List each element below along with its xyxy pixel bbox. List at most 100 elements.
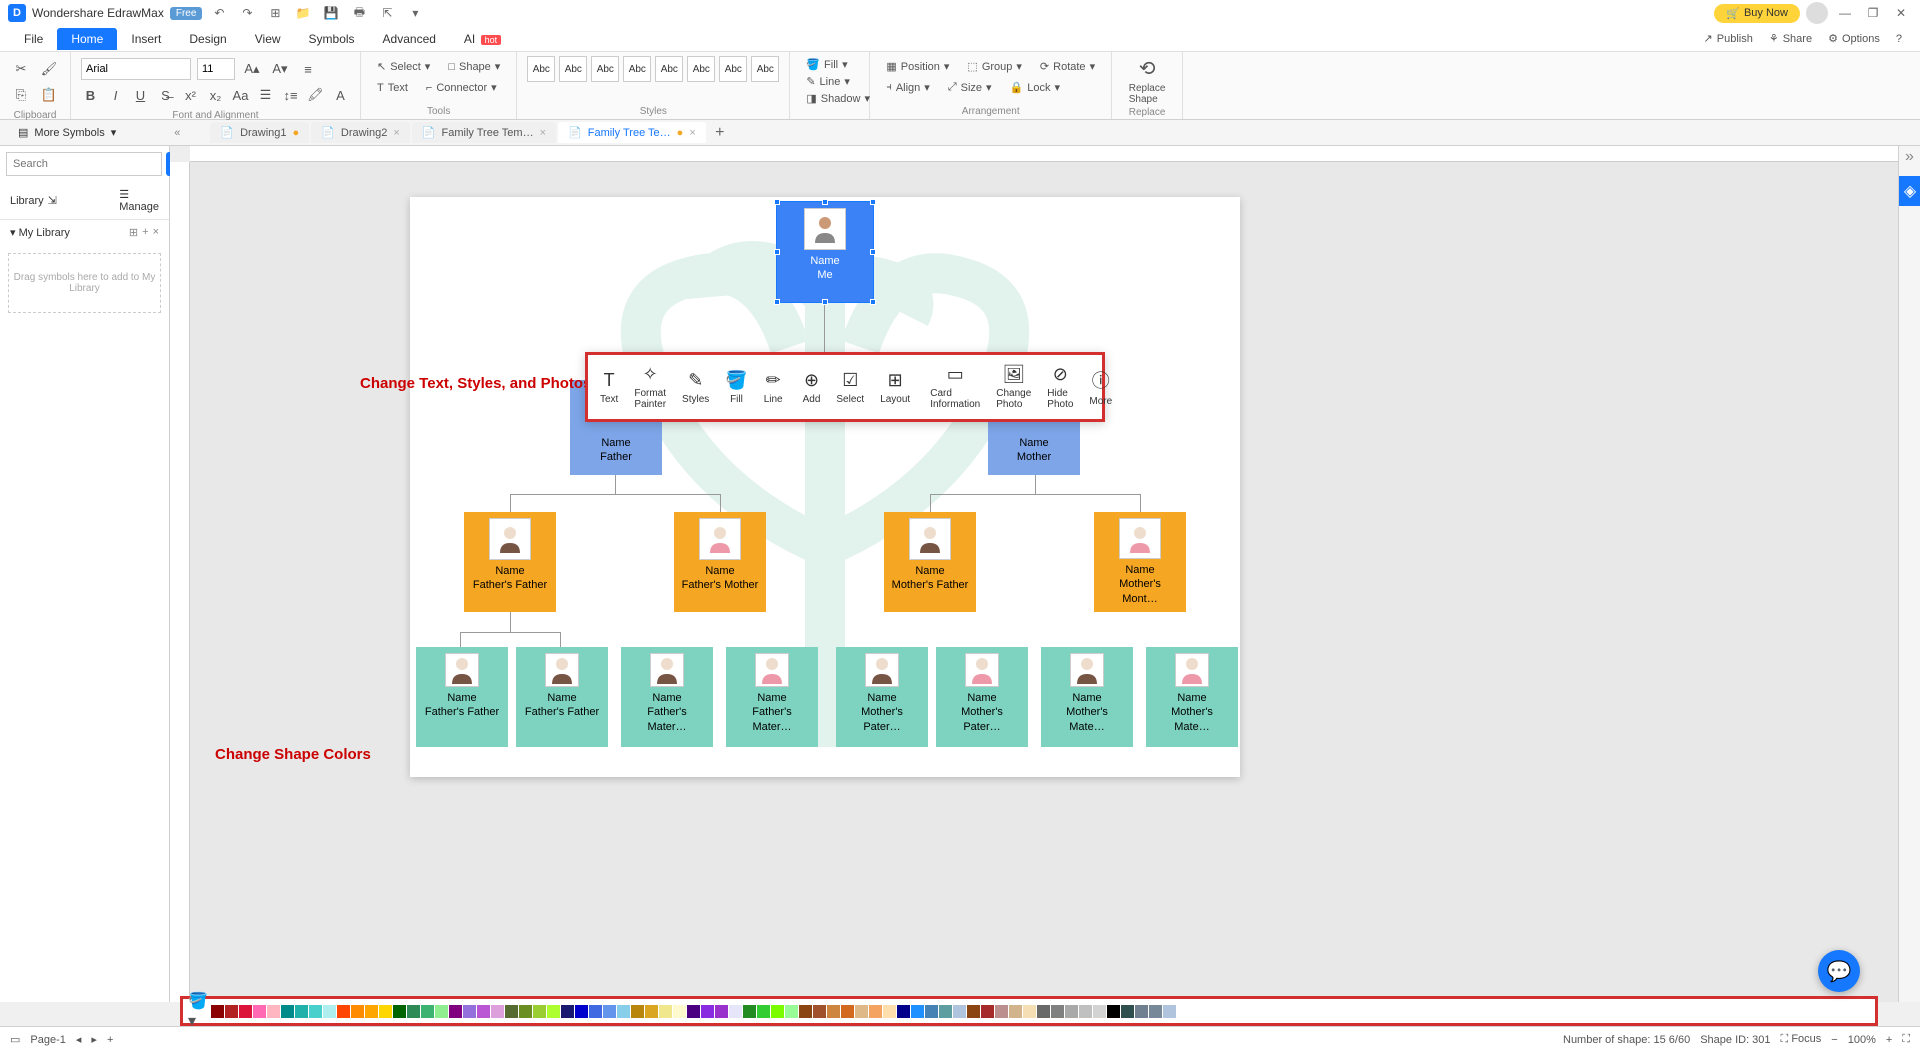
color-swatch[interactable] xyxy=(1079,1005,1092,1018)
right-panel-button[interactable]: ◈ xyxy=(1899,176,1920,206)
color-swatch[interactable] xyxy=(855,1005,868,1018)
color-swatch[interactable] xyxy=(1121,1005,1134,1018)
print-icon[interactable]: 🖶 xyxy=(348,2,370,24)
undo-icon[interactable]: ↶ xyxy=(208,2,230,24)
color-swatch[interactable] xyxy=(827,1005,840,1018)
position-btn[interactable]: ▦ Position▾ xyxy=(880,58,955,75)
share-button[interactable]: ⚘ Share xyxy=(1761,32,1820,45)
format-painter-icon[interactable]: 🖌 xyxy=(38,58,60,80)
menu-ai[interactable]: AI hot xyxy=(450,28,515,50)
color-swatch[interactable] xyxy=(477,1005,490,1018)
color-swatch[interactable] xyxy=(911,1005,924,1018)
prev-page-icon[interactable]: ◂ xyxy=(76,1033,82,1046)
color-swatch[interactable] xyxy=(435,1005,448,1018)
card-gp[interactable]: NameFather's Father xyxy=(464,512,556,612)
menu-file[interactable]: File xyxy=(10,28,57,50)
shadow-btn[interactable]: ◨ Shadow ▾ xyxy=(800,90,859,107)
zoom-level[interactable]: 100% xyxy=(1848,1034,1876,1046)
style-swatch[interactable]: Abc xyxy=(527,56,555,82)
menu-view[interactable]: View xyxy=(241,28,295,50)
menu-symbols[interactable]: Symbols xyxy=(295,28,369,50)
size-select[interactable] xyxy=(197,58,235,80)
ft-styles[interactable]: ✎Styles xyxy=(674,359,717,415)
rotate-btn[interactable]: ⟳ Rotate▾ xyxy=(1034,58,1101,75)
card-ggp[interactable]: NameMother's Mate… xyxy=(1146,647,1238,747)
bold-icon[interactable]: B xyxy=(81,84,100,106)
size-btn[interactable]: ⤢ Size▾ xyxy=(942,79,998,96)
avatar[interactable] xyxy=(1806,2,1828,24)
menu-home[interactable]: Home xyxy=(57,28,117,50)
focus-button[interactable]: ⛶ Focus xyxy=(1781,1033,1822,1046)
add2-lib-icon[interactable]: + xyxy=(142,226,148,239)
superscript-icon[interactable]: x² xyxy=(181,84,200,106)
underline-icon[interactable]: U xyxy=(131,84,150,106)
card-gp[interactable]: NameFather's Mother xyxy=(674,512,766,612)
ft-more[interactable]: ⓘMore xyxy=(1081,359,1120,415)
font-select[interactable] xyxy=(81,58,191,80)
color-swatch[interactable] xyxy=(421,1005,434,1018)
color-swatch[interactable] xyxy=(575,1005,588,1018)
color-swatch[interactable] xyxy=(687,1005,700,1018)
color-swatch[interactable] xyxy=(1177,1005,1190,1018)
new-icon[interactable]: ⊞ xyxy=(264,2,286,24)
linespace-icon[interactable]: ↕≡ xyxy=(281,84,300,106)
color-swatch[interactable] xyxy=(981,1005,994,1018)
fill-btn[interactable]: 🪣 Fill ▾ xyxy=(800,56,859,73)
style-swatch[interactable]: Abc xyxy=(623,56,651,82)
color-swatch[interactable] xyxy=(771,1005,784,1018)
status-page[interactable]: Page-1 xyxy=(30,1034,65,1046)
italic-icon[interactable]: I xyxy=(106,84,125,106)
align-btn[interactable]: ⫞ Align▾ xyxy=(880,79,936,96)
color-swatch[interactable] xyxy=(407,1005,420,1018)
color-swatch[interactable] xyxy=(547,1005,560,1018)
color-swatch[interactable] xyxy=(659,1005,672,1018)
color-swatch[interactable] xyxy=(743,1005,756,1018)
color-swatch[interactable] xyxy=(1037,1005,1050,1018)
color-swatch[interactable] xyxy=(267,1005,280,1018)
publish-button[interactable]: ↗ Publish xyxy=(1696,32,1761,45)
card-ggp[interactable]: NameFather's Mater… xyxy=(621,647,713,747)
ft-line[interactable]: ✏Line xyxy=(756,359,791,415)
card-ggp[interactable]: NameMother's Mate… xyxy=(1041,647,1133,747)
add-tab-button[interactable]: + xyxy=(708,121,732,145)
color-swatch[interactable] xyxy=(967,1005,980,1018)
ft-fill[interactable]: 🪣Fill xyxy=(717,359,755,415)
doc-tab[interactable]: 📄 Drawing1 ● xyxy=(210,122,309,143)
color-swatch[interactable] xyxy=(1135,1005,1148,1018)
color-swatch[interactable] xyxy=(799,1005,812,1018)
color-swatch[interactable] xyxy=(561,1005,574,1018)
replace-shape-button[interactable]: ⟲ Replace Shape xyxy=(1122,56,1172,105)
color-swatch[interactable] xyxy=(1009,1005,1022,1018)
card-ggp[interactable]: NameFather's Father xyxy=(416,647,508,747)
bullets-icon[interactable]: ☰ xyxy=(256,84,275,106)
style-swatch[interactable]: Abc xyxy=(591,56,619,82)
color-swatch[interactable] xyxy=(533,1005,546,1018)
color-swatch[interactable] xyxy=(813,1005,826,1018)
color-swatch[interactable] xyxy=(1107,1005,1120,1018)
color-swatch[interactable] xyxy=(449,1005,462,1018)
zoom-in-icon[interactable]: + xyxy=(1886,1034,1892,1046)
card-gp[interactable]: NameMother's Father xyxy=(884,512,976,612)
group-btn[interactable]: ⬚ Group▾ xyxy=(961,58,1028,75)
line-btn[interactable]: ✎ Line ▾ xyxy=(800,73,859,90)
color-swatch[interactable] xyxy=(225,1005,238,1018)
text-tool[interactable]: T Text xyxy=(371,80,414,96)
fontcolor-icon[interactable]: A xyxy=(331,84,350,106)
color-swatch[interactable] xyxy=(1149,1005,1162,1018)
manage-link[interactable]: ☰ Manage xyxy=(119,188,159,213)
search-input[interactable] xyxy=(6,152,162,176)
shrink-font-icon[interactable]: A▾ xyxy=(269,58,291,80)
style-swatch[interactable]: Abc xyxy=(559,56,587,82)
color-swatch[interactable] xyxy=(393,1005,406,1018)
color-swatch[interactable] xyxy=(589,1005,602,1018)
ft-hide-photo[interactable]: ⊘Hide Photo xyxy=(1039,359,1081,415)
card-ggp[interactable]: NameFather's Mater… xyxy=(726,647,818,747)
export-icon[interactable]: ⇱ xyxy=(376,2,398,24)
card-ggp[interactable]: NameMother's Pater… xyxy=(836,647,928,747)
color-swatch[interactable] xyxy=(1093,1005,1106,1018)
ft-add[interactable]: ⊕Add xyxy=(795,359,829,415)
style-gallery[interactable]: Abc Abc Abc Abc Abc Abc Abc Abc xyxy=(527,56,779,82)
color-swatch[interactable] xyxy=(673,1005,686,1018)
my-library-header[interactable]: ▾ My Library ⊞+× xyxy=(0,220,169,245)
color-swatch[interactable] xyxy=(841,1005,854,1018)
